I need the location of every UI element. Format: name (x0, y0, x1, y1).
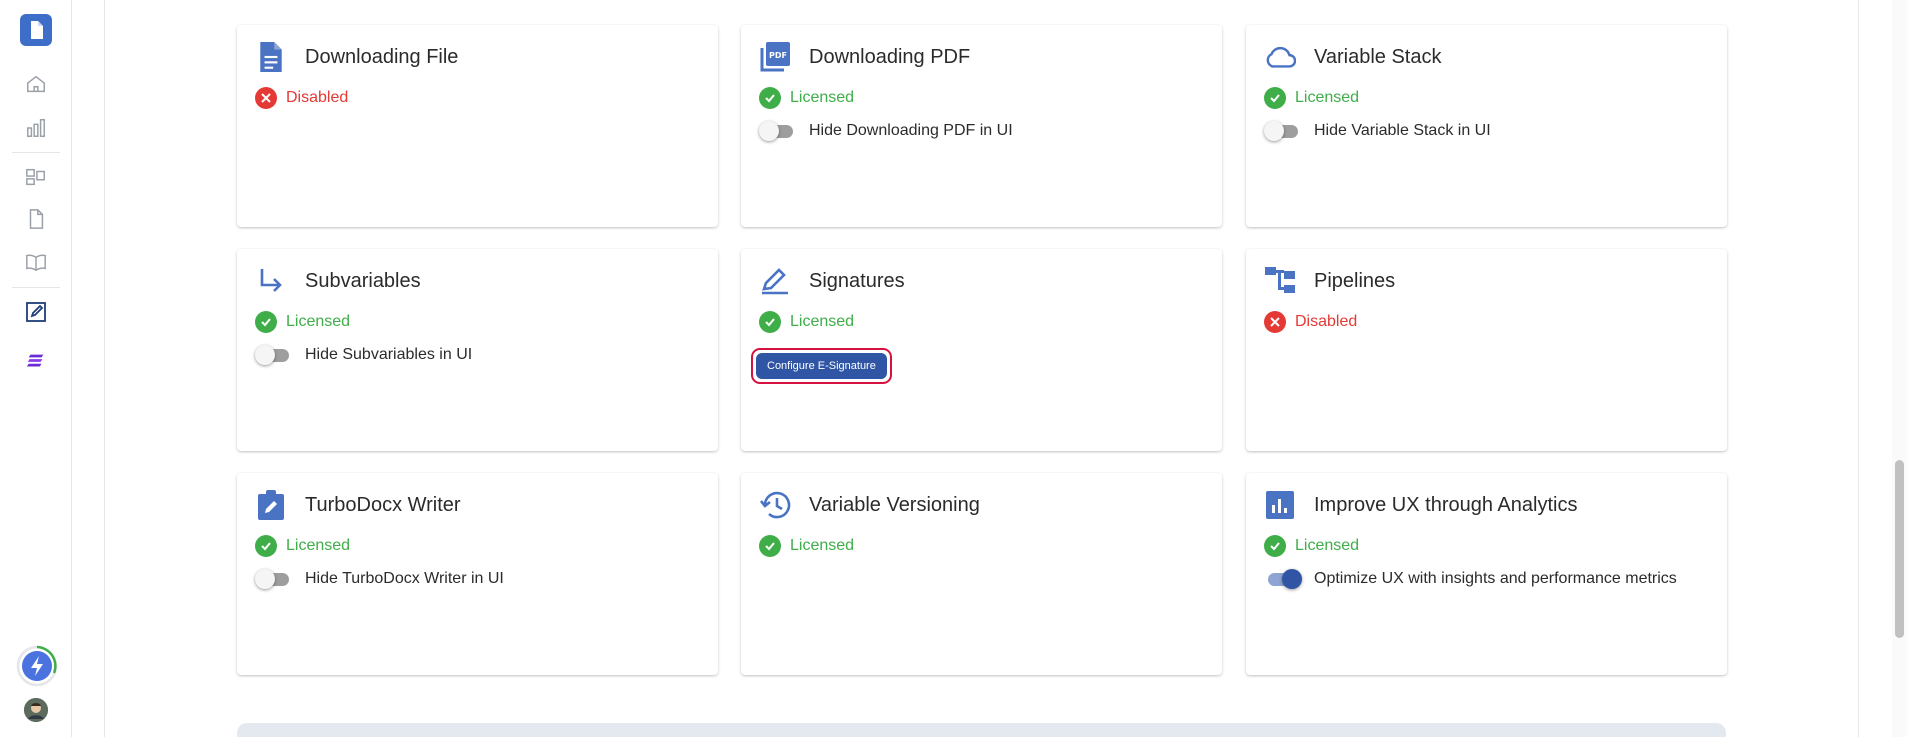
check-circle-icon (759, 311, 781, 333)
feature-card-variable-stack: Variable Stack Licensed Hide Variable St… (1246, 25, 1727, 227)
hide-in-ui-toggle-row: Hide Downloading PDF in UI (759, 120, 1013, 142)
edit-document-icon[interactable] (20, 296, 52, 328)
status-text: Licensed (286, 313, 351, 330)
status-badge: Disabled (255, 87, 348, 109)
status-badge: Licensed (255, 311, 350, 333)
feature-card-pipelines: Pipelines Disabled (1246, 249, 1727, 451)
hide-variable-stack-toggle[interactable] (1264, 120, 1302, 142)
rail-divider (12, 287, 60, 288)
status-text: Licensed (790, 89, 855, 106)
card-title: Improve UX through Analytics (1314, 493, 1578, 516)
lightning-icon[interactable] (16, 645, 58, 687)
hide-downloading-pdf-toggle[interactable] (759, 120, 797, 142)
stacked-lines-icon[interactable] (20, 345, 52, 377)
signature-pen-icon (759, 265, 791, 297)
toggle-label: Hide Variable Stack in UI (1314, 122, 1491, 139)
status-text: Licensed (1295, 89, 1360, 106)
file-document-icon (255, 41, 287, 73)
rail-divider (12, 152, 60, 153)
feature-card-variable-versioning: Variable Versioning Licensed (741, 473, 1222, 675)
status-text: Licensed (1295, 537, 1360, 554)
card-title: Downloading File (305, 45, 459, 68)
status-text: Disabled (286, 89, 349, 106)
optimize-ux-toggle-row: Optimize UX with insights and performanc… (1264, 568, 1677, 590)
check-circle-icon (1264, 87, 1286, 109)
status-badge: Licensed (759, 87, 854, 109)
card-title: Downloading PDF (809, 45, 971, 68)
status-text: Licensed (790, 537, 855, 554)
status-badge: Licensed (759, 535, 854, 557)
content-right-border (1858, 0, 1859, 737)
next-section-panel (237, 723, 1726, 737)
card-title: Pipelines (1314, 269, 1396, 292)
card-title: TurboDocx Writer (305, 493, 461, 516)
toggle-label: Hide TurboDocx Writer in UI (305, 570, 504, 587)
hide-turbodocx-writer-toggle[interactable] (255, 568, 293, 590)
feature-card-signatures: Signatures Licensed Configure E-Signatur… (741, 249, 1222, 451)
check-circle-icon (759, 87, 781, 109)
toggle-label: Hide Downloading PDF in UI (809, 122, 1013, 139)
content-left-border (104, 0, 105, 737)
feature-card-subvariables: Subvariables Licensed Hide Subvariables … (237, 249, 718, 451)
hide-in-ui-toggle-row: Hide Variable Stack in UI (1264, 120, 1491, 142)
card-title: Variable Versioning (809, 493, 980, 516)
optimize-ux-toggle[interactable] (1264, 568, 1302, 590)
card-title: Variable Stack (1314, 45, 1442, 68)
error-icon (255, 87, 277, 109)
feature-card-downloading-pdf: PDF Downloading PDF Licensed Hide Downlo… (741, 25, 1222, 227)
card-title: Signatures (809, 269, 905, 292)
feature-card-improve-ux-analytics: Improve UX through Analytics Licensed Op… (1246, 473, 1727, 675)
avatar[interactable] (24, 698, 48, 722)
check-circle-icon (255, 311, 277, 333)
book-icon[interactable] (20, 246, 52, 278)
check-circle-icon (255, 535, 277, 557)
status-text: Licensed (286, 537, 351, 554)
clipboard-edit-icon (255, 489, 287, 521)
sidebar-rail (0, 0, 72, 737)
toggle-label: Optimize UX with insights and performanc… (1314, 570, 1677, 587)
status-text: Disabled (1295, 313, 1358, 330)
feature-card-downloading-file: Downloading File Disabled (237, 25, 718, 227)
status-badge: Licensed (759, 311, 854, 333)
toggle-label: Hide Subvariables in UI (305, 346, 473, 363)
subdirectory-arrow-icon (255, 265, 287, 297)
bar-chart-icon[interactable] (20, 112, 52, 144)
pdf-icon: PDF (759, 41, 791, 73)
configure-e-signature-button[interactable]: Configure E-Signature (756, 353, 887, 379)
feature-card-turbodocx-writer: TurboDocx Writer Licensed Hide TurboDocx… (237, 473, 718, 675)
status-badge: Licensed (255, 535, 350, 557)
configure-e-signature-focus-ring: Configure E-Signature (751, 348, 892, 384)
status-text: Licensed (790, 313, 855, 330)
layout-icon[interactable] (20, 161, 52, 193)
history-icon (759, 489, 791, 521)
home-icon[interactable] (20, 68, 52, 100)
status-badge: Licensed (1264, 87, 1359, 109)
status-badge: Licensed (1264, 535, 1359, 557)
card-title: Subvariables (305, 269, 421, 292)
pipeline-icon (1264, 265, 1296, 297)
cloud-icon (1264, 41, 1296, 73)
check-circle-icon (1264, 535, 1286, 557)
analytics-icon (1264, 489, 1296, 521)
status-badge: Disabled (1264, 311, 1357, 333)
error-icon (1264, 311, 1286, 333)
check-circle-icon (759, 535, 781, 557)
hide-subvariables-toggle[interactable] (255, 344, 293, 366)
hide-in-ui-toggle-row: Hide Subvariables in UI (255, 344, 472, 366)
hide-in-ui-toggle-row: Hide TurboDocx Writer in UI (255, 568, 504, 590)
file-icon[interactable] (20, 203, 52, 235)
app-logo-icon[interactable] (20, 14, 52, 46)
svg-text:PDF: PDF (769, 51, 787, 60)
scrollbar-thumb[interactable] (1895, 460, 1904, 638)
